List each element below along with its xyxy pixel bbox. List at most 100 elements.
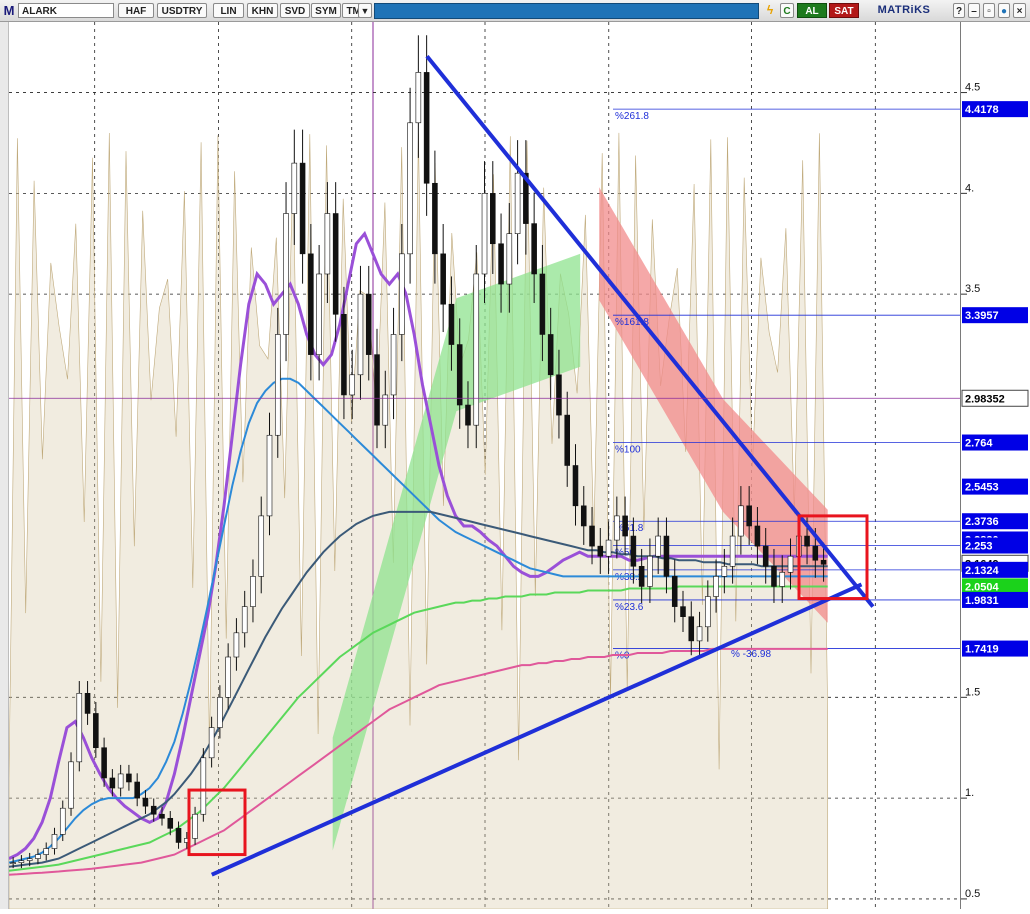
candle-body bbox=[473, 273, 480, 426]
fib-level-label: %100 bbox=[615, 445, 641, 456]
fib-level-label: %23.6 bbox=[615, 602, 644, 613]
candle-body bbox=[696, 626, 703, 642]
candle-body bbox=[415, 72, 422, 124]
app-logo: M bbox=[3, 3, 15, 18]
candle-body bbox=[779, 572, 786, 587]
candle-body bbox=[440, 253, 446, 305]
candle-body bbox=[622, 515, 628, 537]
candle-body bbox=[514, 172, 521, 234]
candle-body bbox=[134, 781, 140, 799]
candle-body bbox=[448, 303, 455, 345]
svd-button[interactable]: SVD bbox=[280, 3, 310, 18]
minimize-icon[interactable]: – bbox=[968, 3, 980, 18]
buy-button[interactable]: AL bbox=[797, 3, 827, 18]
candle-body bbox=[76, 692, 83, 763]
candle-body bbox=[688, 616, 695, 642]
candle-body bbox=[539, 273, 546, 335]
candle-body bbox=[820, 559, 827, 565]
candle-body bbox=[117, 773, 124, 789]
refresh-icon[interactable]: C bbox=[780, 3, 794, 18]
axis-tick-label: 4. bbox=[965, 182, 974, 194]
candle-body bbox=[481, 193, 488, 275]
candle-body bbox=[26, 858, 33, 861]
left-scroll-strip bbox=[0, 22, 8, 909]
candle-body bbox=[614, 515, 620, 541]
candle-body bbox=[208, 727, 215, 759]
candle-body bbox=[498, 243, 504, 285]
candle-body bbox=[18, 860, 25, 863]
candle-body bbox=[283, 213, 289, 335]
lin-button[interactable]: LIN bbox=[213, 3, 244, 18]
usdtry-button[interactable]: USDTRY bbox=[157, 3, 207, 18]
help-icon[interactable]: ? bbox=[953, 3, 965, 18]
chevron-down-icon[interactable]: ▼ bbox=[358, 3, 372, 18]
candle-body bbox=[43, 848, 49, 855]
symbol-input[interactable]: ALARK bbox=[18, 3, 114, 18]
candle-body bbox=[299, 162, 306, 255]
candle-body bbox=[68, 761, 74, 809]
axis-tick-label: 3.5 bbox=[965, 283, 980, 295]
close-icon[interactable]: × bbox=[1013, 3, 1026, 18]
price-label: 3.3957 bbox=[965, 310, 999, 322]
candle-body bbox=[713, 576, 719, 597]
candle-body bbox=[93, 713, 99, 749]
candle-body bbox=[200, 757, 207, 815]
sym-button[interactable]: SYM bbox=[311, 3, 341, 18]
chart-canvas: %261.8%161.8%100%61.8%50%38.2%23.6%0% -3… bbox=[8, 22, 961, 910]
candle-body bbox=[721, 565, 728, 577]
price-chart[interactable]: %261.8 %161.8 %100 %61.8 %50 %38.2 %23.6 %0% -3… bbox=[8, 22, 961, 910]
candle-body bbox=[258, 515, 265, 577]
sell-button[interactable]: SAT bbox=[829, 3, 859, 18]
candle-body bbox=[374, 354, 380, 426]
price-label: 2.98352 bbox=[965, 393, 1005, 405]
pin-icon[interactable]: ● bbox=[998, 3, 1010, 18]
candle-body bbox=[456, 344, 463, 406]
candle-body bbox=[407, 122, 413, 255]
price-label: 2.764 bbox=[965, 438, 993, 450]
candle-body bbox=[812, 545, 819, 561]
restore-icon[interactable]: ▫ bbox=[983, 3, 995, 18]
brand-logo: MATRiKS bbox=[877, 4, 931, 16]
candle-body bbox=[564, 414, 570, 466]
candle-body bbox=[638, 565, 645, 587]
candle-body bbox=[291, 162, 298, 214]
candle-body bbox=[547, 334, 554, 376]
candle-body bbox=[308, 253, 314, 355]
price-label: 2.5453 bbox=[965, 482, 999, 494]
candle-body bbox=[35, 854, 41, 859]
candle-body bbox=[10, 862, 16, 864]
axis-tick-label: 4.5 bbox=[965, 82, 980, 94]
candle-body bbox=[705, 596, 711, 628]
candle-body bbox=[357, 293, 364, 376]
price-axis[interactable]: 4.5 4. 3.5 1.5 1. 0.5 4.4178 3.3957 2.98352 2.764… bbox=[960, 22, 1030, 909]
candle-body bbox=[266, 434, 273, 517]
lightning-icon[interactable]: ϟ bbox=[763, 3, 777, 18]
candle-body bbox=[423, 72, 430, 184]
candle-body bbox=[59, 807, 66, 835]
candle-body bbox=[324, 213, 331, 275]
price-label: 4.4178 bbox=[965, 104, 999, 116]
haf-button[interactable]: HAF bbox=[118, 3, 154, 18]
candle-body bbox=[109, 777, 116, 789]
candle-body bbox=[605, 539, 612, 557]
candle-body bbox=[225, 656, 231, 698]
candle-body bbox=[382, 394, 389, 426]
candle-body bbox=[432, 182, 438, 255]
candle-body bbox=[729, 535, 736, 567]
candle-body bbox=[365, 293, 372, 355]
candle-body bbox=[746, 505, 752, 527]
price-axis-canvas: 4.5 4. 3.5 1.5 1. 0.5 4.4178 3.3957 2.98352 2.764… bbox=[961, 82, 1029, 900]
candle-body bbox=[655, 535, 661, 557]
candle-body bbox=[142, 797, 149, 807]
candle-body bbox=[630, 535, 637, 567]
candle-body bbox=[126, 773, 132, 783]
candle-body bbox=[241, 606, 248, 634]
candle-body bbox=[175, 828, 182, 843]
percent-change-annotation: % -36.98 bbox=[731, 649, 771, 660]
candle-body bbox=[580, 505, 587, 527]
candle-body bbox=[167, 817, 174, 829]
candle-body bbox=[390, 334, 397, 396]
khn-button[interactable]: KHN bbox=[247, 3, 278, 18]
candle-body bbox=[597, 545, 604, 557]
price-label: 1.9831 bbox=[965, 595, 999, 607]
